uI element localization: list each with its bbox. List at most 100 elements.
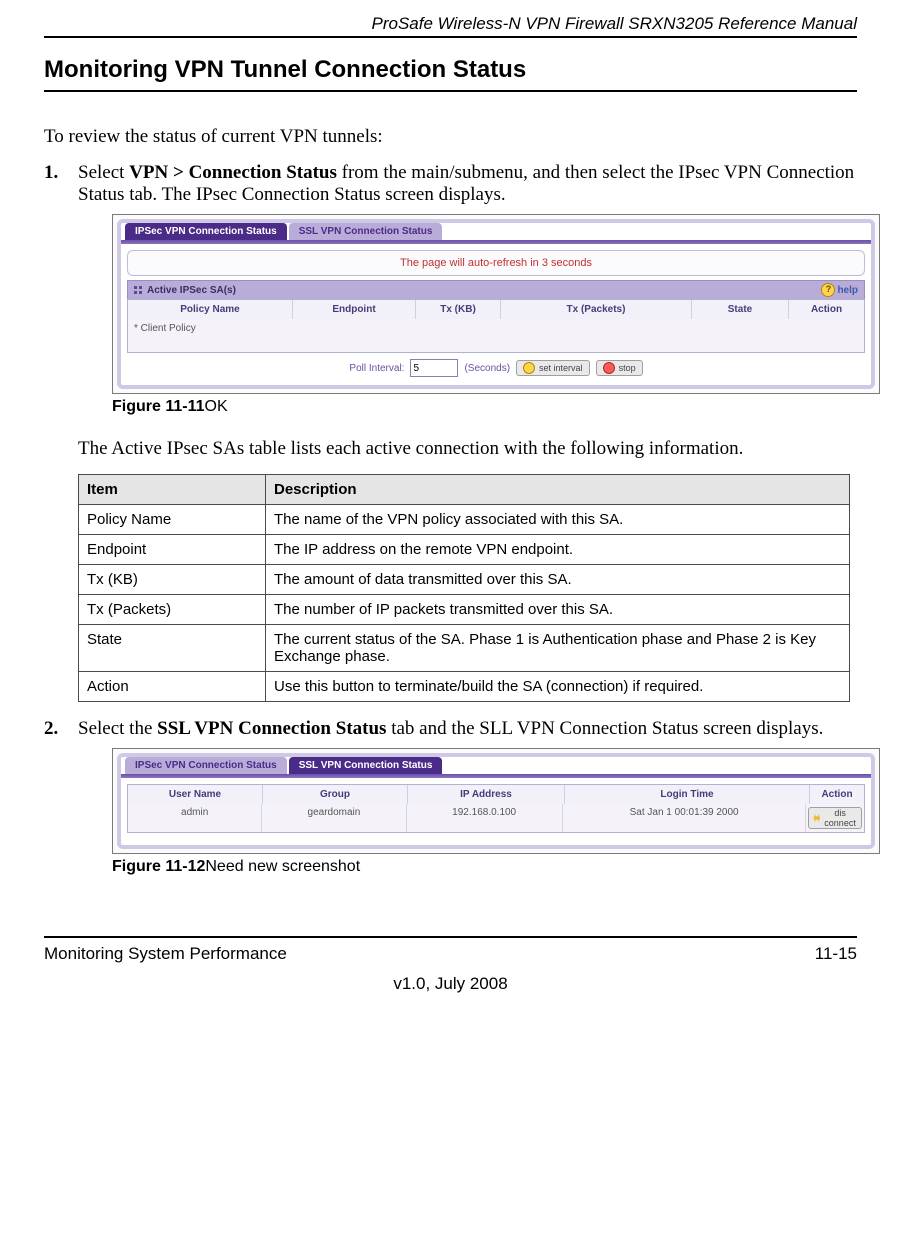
step1-pre: Select (78, 162, 129, 183)
col-login-time: Login Time (565, 785, 810, 804)
stop-button[interactable]: stop (596, 360, 643, 376)
col-state: State (692, 300, 789, 319)
sa-desc: The IP address on the remote VPN endpoin… (266, 535, 850, 565)
step2-bold: SSL VPN Connection Status (157, 718, 386, 739)
tab-underline-2 (121, 774, 871, 778)
disconnect-icon (813, 814, 820, 823)
ssl-table-row: admin geardomain 192.168.0.100 Sat Jan 1… (128, 804, 864, 832)
sa-item: Tx (Packets) (79, 595, 266, 625)
help-icon: ? (821, 283, 835, 297)
tab-ipsec[interactable]: IPSec VPN Connection Status (125, 223, 287, 240)
poll-row: Poll Interval: (Seconds) set interval st… (121, 353, 871, 379)
sa-th-item: Item (79, 475, 266, 505)
tabs-2: IPSec VPN Connection Status SSL VPN Conn… (121, 757, 871, 774)
ipsec-table-body: * Client Policy (128, 319, 864, 352)
ipsec-table: Policy Name Endpoint Tx (KB) Tx (Packets… (127, 299, 865, 353)
help-label: help (837, 285, 858, 296)
ipsec-table-head: Policy Name Endpoint Tx (KB) Tx (Packets… (128, 300, 864, 319)
cell-action: dis connect (806, 804, 864, 832)
step2-post: tab and the SLL VPN Connection Status sc… (386, 718, 823, 739)
figure-11-11-suffix: OK (205, 398, 228, 415)
cell-ip: 192.168.0.100 (407, 804, 563, 832)
figure-11-11-number: Figure 11-11 (112, 398, 205, 415)
footer-row: Monitoring System Performance 11-15 (44, 944, 857, 964)
running-header: ProSafe Wireless-N VPN Firewall SRXN3205… (44, 10, 857, 36)
intro-text: To review the status of current VPN tunn… (44, 126, 857, 148)
sa-desc: The number of IP packets transmitted ove… (266, 595, 850, 625)
table-row: State The current status of the SA. Phas… (79, 625, 850, 672)
cell-login: Sat Jan 1 00:01:39 2000 (563, 804, 807, 832)
ssl-table-head: User Name Group IP Address Login Time Ac… (128, 785, 864, 804)
panel-title: Active IPSec SA(s) ? help (127, 280, 865, 299)
cell-user: admin (128, 804, 262, 832)
col-user-name: User Name (128, 785, 263, 804)
sa-item: Tx (KB) (79, 565, 266, 595)
clock-icon (523, 362, 535, 374)
sa-th-desc: Description (266, 475, 850, 505)
stop-icon (603, 362, 615, 374)
midtext: The Active IPsec SAs table lists each ac… (78, 438, 857, 460)
step1-bold: VPN > Connection Status (129, 162, 337, 183)
tab-ssl-2[interactable]: SSL VPN Connection Status (289, 757, 443, 774)
col-tx-kb: Tx (KB) (416, 300, 501, 319)
poll-label: Poll Interval: (349, 363, 404, 374)
figure-11-11-caption: Figure 11-11OK (112, 398, 857, 416)
table-row: Tx (Packets) The number of IP packets tr… (79, 595, 850, 625)
sa-description-table: Item Description Policy Name The name of… (78, 474, 850, 702)
table-row: Tx (KB) The amount of data transmitted o… (79, 565, 850, 595)
set-interval-label: set interval (539, 363, 583, 373)
table-row: Policy Name The name of the VPN policy a… (79, 505, 850, 535)
set-interval-button[interactable]: set interval (516, 360, 590, 376)
col-action-2: Action (810, 785, 864, 804)
figure-11-12-number: Figure 11-12 (112, 858, 205, 875)
auto-refresh-notice: The page will auto-refresh in 3 seconds (127, 250, 865, 276)
sa-item: Action (79, 672, 266, 702)
tabs: IPSec VPN Connection Status SSL VPN Conn… (121, 223, 871, 240)
ipsec-row-placeholder: * Client Policy (134, 323, 196, 334)
step-1: Select VPN > Connection Status from the … (44, 162, 857, 702)
section-rule (44, 90, 857, 92)
screenshot-ssl: IPSec VPN Connection Status SSL VPN Conn… (112, 748, 880, 854)
header-rule (44, 36, 857, 38)
sa-item: Endpoint (79, 535, 266, 565)
col-tx-packets: Tx (Packets) (501, 300, 692, 319)
section-title: Monitoring VPN Tunnel Connection Status (44, 56, 857, 84)
figure-11-12-suffix: Need new screenshot (205, 858, 360, 875)
panel-title-text: Active IPSec SA(s) (147, 285, 236, 296)
sa-desc: The amount of data transmitted over this… (266, 565, 850, 595)
disconnect-button[interactable]: dis connect (808, 807, 862, 829)
poll-interval-input[interactable] (410, 359, 458, 377)
col-action: Action (789, 300, 864, 319)
disconnect-label: dis connect (823, 808, 857, 828)
screenshot-ipsec-inner: IPSec VPN Connection Status SSL VPN Conn… (117, 219, 875, 389)
stop-label: stop (619, 363, 636, 373)
table-row: Action Use this button to terminate/buil… (79, 672, 850, 702)
footer-right: 11-15 (815, 944, 857, 964)
step-2: Select the SSL VPN Connection Status tab… (44, 718, 857, 876)
step2-pre: Select the (78, 718, 157, 739)
sa-item: State (79, 625, 266, 672)
col-endpoint: Endpoint (293, 300, 416, 319)
tab-ssl[interactable]: SSL VPN Connection Status (289, 223, 443, 240)
help-link[interactable]: ? help (821, 283, 858, 297)
sa-desc: The current status of the SA. Phase 1 is… (266, 625, 850, 672)
footer-rule (44, 936, 857, 938)
figure-11-12-caption: Figure 11-12Need new screenshot (112, 858, 857, 876)
col-ip-address: IP Address (408, 785, 565, 804)
sa-desc: The name of the VPN policy associated wi… (266, 505, 850, 535)
sa-desc: Use this button to terminate/build the S… (266, 672, 850, 702)
footer-left: Monitoring System Performance (44, 944, 287, 964)
tab-ipsec-2[interactable]: IPSec VPN Connection Status (125, 757, 287, 774)
ssl-table: User Name Group IP Address Login Time Ac… (127, 784, 865, 833)
screenshot-ssl-inner: IPSec VPN Connection Status SSL VPN Conn… (117, 753, 875, 849)
page: ProSafe Wireless-N VPN Firewall SRXN3205… (0, 0, 901, 1014)
sa-item: Policy Name (79, 505, 266, 535)
poll-unit: (Seconds) (464, 363, 510, 374)
table-row: Endpoint The IP address on the remote VP… (79, 535, 850, 565)
col-policy-name: Policy Name (128, 300, 293, 319)
cell-group: geardomain (262, 804, 406, 832)
col-group: Group (263, 785, 408, 804)
screenshot-ipsec: IPSec VPN Connection Status SSL VPN Conn… (112, 214, 880, 394)
tab-underline (121, 240, 871, 244)
footer-center: v1.0, July 2008 (44, 974, 857, 994)
